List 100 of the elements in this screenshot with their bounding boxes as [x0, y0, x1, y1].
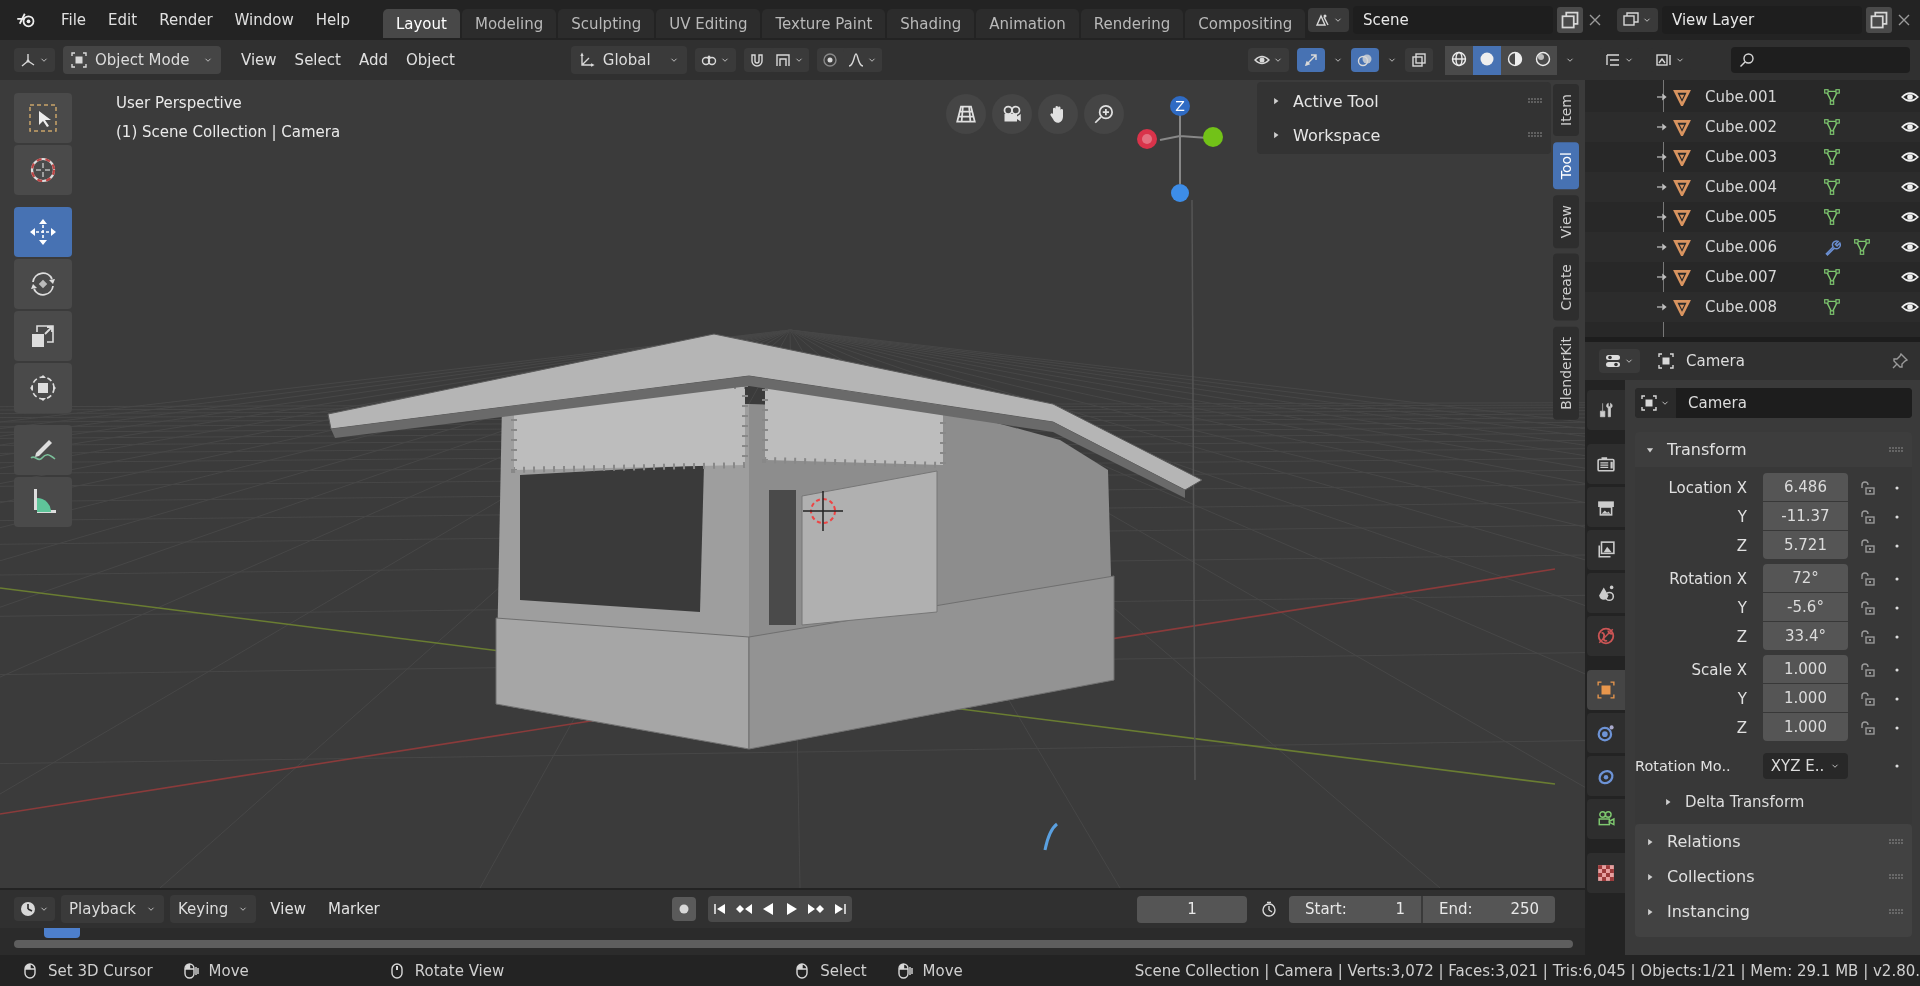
menu-item[interactable]: Render	[148, 7, 224, 33]
lock-icon[interactable]	[1860, 479, 1876, 496]
shading-mode-button[interactable]	[1473, 45, 1501, 75]
new-view-layer-icon[interactable]	[1866, 7, 1892, 33]
subpanel-header[interactable]: Delta Transform	[1635, 784, 1805, 820]
outliner-row[interactable]: Cube.005	[1585, 202, 1920, 232]
cursor-tool[interactable]	[14, 145, 72, 195]
output-tab[interactable]	[1587, 487, 1625, 527]
mesh-data-icon[interactable]	[1823, 178, 1841, 196]
scene-selector-button[interactable]	[1308, 8, 1349, 32]
sidebar-tab[interactable]: Create	[1553, 254, 1579, 321]
pivot-point-button[interactable]	[694, 48, 736, 72]
current-frame-field[interactable]: 1	[1137, 895, 1247, 923]
value-field[interactable]: -5.6°	[1763, 593, 1848, 621]
pin-icon[interactable]	[1892, 353, 1908, 369]
move-tool[interactable]	[14, 207, 72, 257]
view-layer-name-field[interactable]: View Layer	[1662, 6, 1862, 34]
workspace-tab[interactable]: Rendering	[1080, 8, 1184, 38]
lock-icon[interactable]	[1860, 508, 1876, 525]
menu-item[interactable]: Help	[304, 7, 361, 33]
mesh-data-icon[interactable]	[1823, 268, 1841, 286]
panel-header[interactable]: Relations	[1635, 824, 1912, 859]
value-field[interactable]: 72°	[1763, 564, 1848, 592]
tool-settings-tab[interactable]	[1587, 390, 1625, 430]
transform-tool[interactable]	[14, 363, 72, 413]
close-icon[interactable]	[1896, 12, 1912, 28]
object-tab[interactable]	[1587, 670, 1625, 710]
panel-header[interactable]: Collections	[1635, 859, 1912, 894]
timeline-scrollbar[interactable]	[14, 940, 1573, 948]
workspace-tab[interactable]: Texture Paint	[762, 8, 886, 38]
object-name-field[interactable]: Camera	[1676, 388, 1912, 418]
outliner-row[interactable]: Cube.004	[1585, 172, 1920, 202]
lock-icon[interactable]	[1860, 661, 1876, 678]
viewport-menu[interactable]: Add	[350, 47, 396, 73]
menu-item[interactable]: File	[50, 7, 98, 33]
sidebar-tab[interactable]: Tool	[1553, 141, 1579, 190]
mesh-data-icon[interactable]	[1823, 208, 1841, 226]
sidebar-tab[interactable]: BlenderKit	[1553, 326, 1579, 420]
constraints-tab[interactable]	[1587, 756, 1625, 796]
sidebar-tab[interactable]: View	[1553, 195, 1579, 249]
timeline-dropdown[interactable]: Keying	[169, 895, 257, 923]
scene-tab[interactable]	[1587, 573, 1625, 613]
view-layer-selector-button[interactable]	[1617, 8, 1658, 32]
sidebar-tab[interactable]: Item	[1553, 84, 1579, 136]
viewport-menu[interactable]: View	[233, 47, 285, 73]
lock-icon[interactable]	[1860, 570, 1876, 587]
playhead-handle[interactable]	[44, 928, 80, 938]
shading-mode-button[interactable]	[1445, 45, 1473, 75]
outliner-row[interactable]: Cube.003	[1585, 142, 1920, 172]
gizmos-toggle[interactable]	[1297, 48, 1325, 72]
workspace-tab[interactable]: Modeling	[461, 8, 557, 38]
editor-type-button[interactable]	[1599, 349, 1640, 373]
editor-type-button[interactable]	[14, 897, 55, 921]
camera-data-tab[interactable]	[1587, 799, 1625, 839]
measure-tool[interactable]	[14, 477, 72, 527]
lock-icon[interactable]	[1860, 628, 1876, 645]
timeline-dropdown[interactable]: Playback	[61, 895, 164, 923]
lock-icon[interactable]	[1860, 690, 1876, 707]
end-frame-field[interactable]: End: 250	[1423, 895, 1555, 923]
viewport-menu[interactable]: Object	[397, 47, 463, 73]
workspace-tab[interactable]: Animation	[976, 8, 1079, 38]
rotation-mode-dropdown[interactable]: XYZ E..	[1763, 753, 1848, 779]
editor-type-button[interactable]	[14, 48, 55, 72]
workspace-tab[interactable]: UV Editing	[656, 8, 761, 38]
menu-item[interactable]: Window	[223, 7, 305, 33]
lock-icon[interactable]	[1860, 599, 1876, 616]
value-field[interactable]: 5.721	[1763, 531, 1848, 559]
texture-tab[interactable]	[1587, 853, 1625, 893]
close-icon[interactable]	[1587, 12, 1603, 28]
new-scene-icon[interactable]	[1557, 7, 1583, 33]
xray-toggle[interactable]	[1405, 48, 1433, 72]
scale-tool[interactable]	[14, 311, 72, 361]
rotate-tool[interactable]	[14, 259, 72, 309]
outliner-row[interactable]: Cube.001	[1585, 82, 1920, 112]
value-field[interactable]: -11.37	[1763, 502, 1848, 530]
orientation-dropdown[interactable]: Global	[570, 46, 687, 74]
value-field[interactable]: 1.000	[1763, 713, 1848, 741]
value-field[interactable]: 6.486	[1763, 473, 1848, 501]
record-button[interactable]	[672, 897, 697, 921]
visibility-button[interactable]	[1248, 48, 1289, 72]
timeline-menu[interactable]: Marker	[319, 896, 388, 922]
shading-mode-button[interactable]	[1501, 45, 1529, 75]
timeline-menu[interactable]: View	[262, 896, 314, 922]
menu-item[interactable]: Edit	[97, 7, 149, 33]
lock-icon[interactable]	[1860, 719, 1876, 736]
navigation-gizmo[interactable]: Z	[1120, 86, 1240, 216]
mesh-data-icon[interactable]	[1823, 88, 1841, 106]
search-field[interactable]	[1731, 47, 1910, 73]
workspace-tab[interactable]: Compositing	[1185, 8, 1306, 38]
wrench-icon[interactable]	[1823, 238, 1841, 256]
outliner-row[interactable]: Cube.007	[1585, 262, 1920, 292]
stopwatch-icon[interactable]	[1261, 901, 1277, 917]
annotate-tool[interactable]	[14, 425, 72, 475]
outliner-row[interactable]: Cube.006	[1585, 232, 1920, 262]
sidebar-panel-header[interactable]: Active Tool	[1257, 84, 1551, 118]
workspace-tab[interactable]: Layout	[382, 8, 460, 38]
value-field[interactable]: 33.4°	[1763, 622, 1848, 650]
view-layer-tab[interactable]	[1587, 530, 1625, 570]
mode-dropdown[interactable]: Object Mode	[63, 46, 221, 74]
mesh-data-icon[interactable]	[1823, 298, 1841, 316]
